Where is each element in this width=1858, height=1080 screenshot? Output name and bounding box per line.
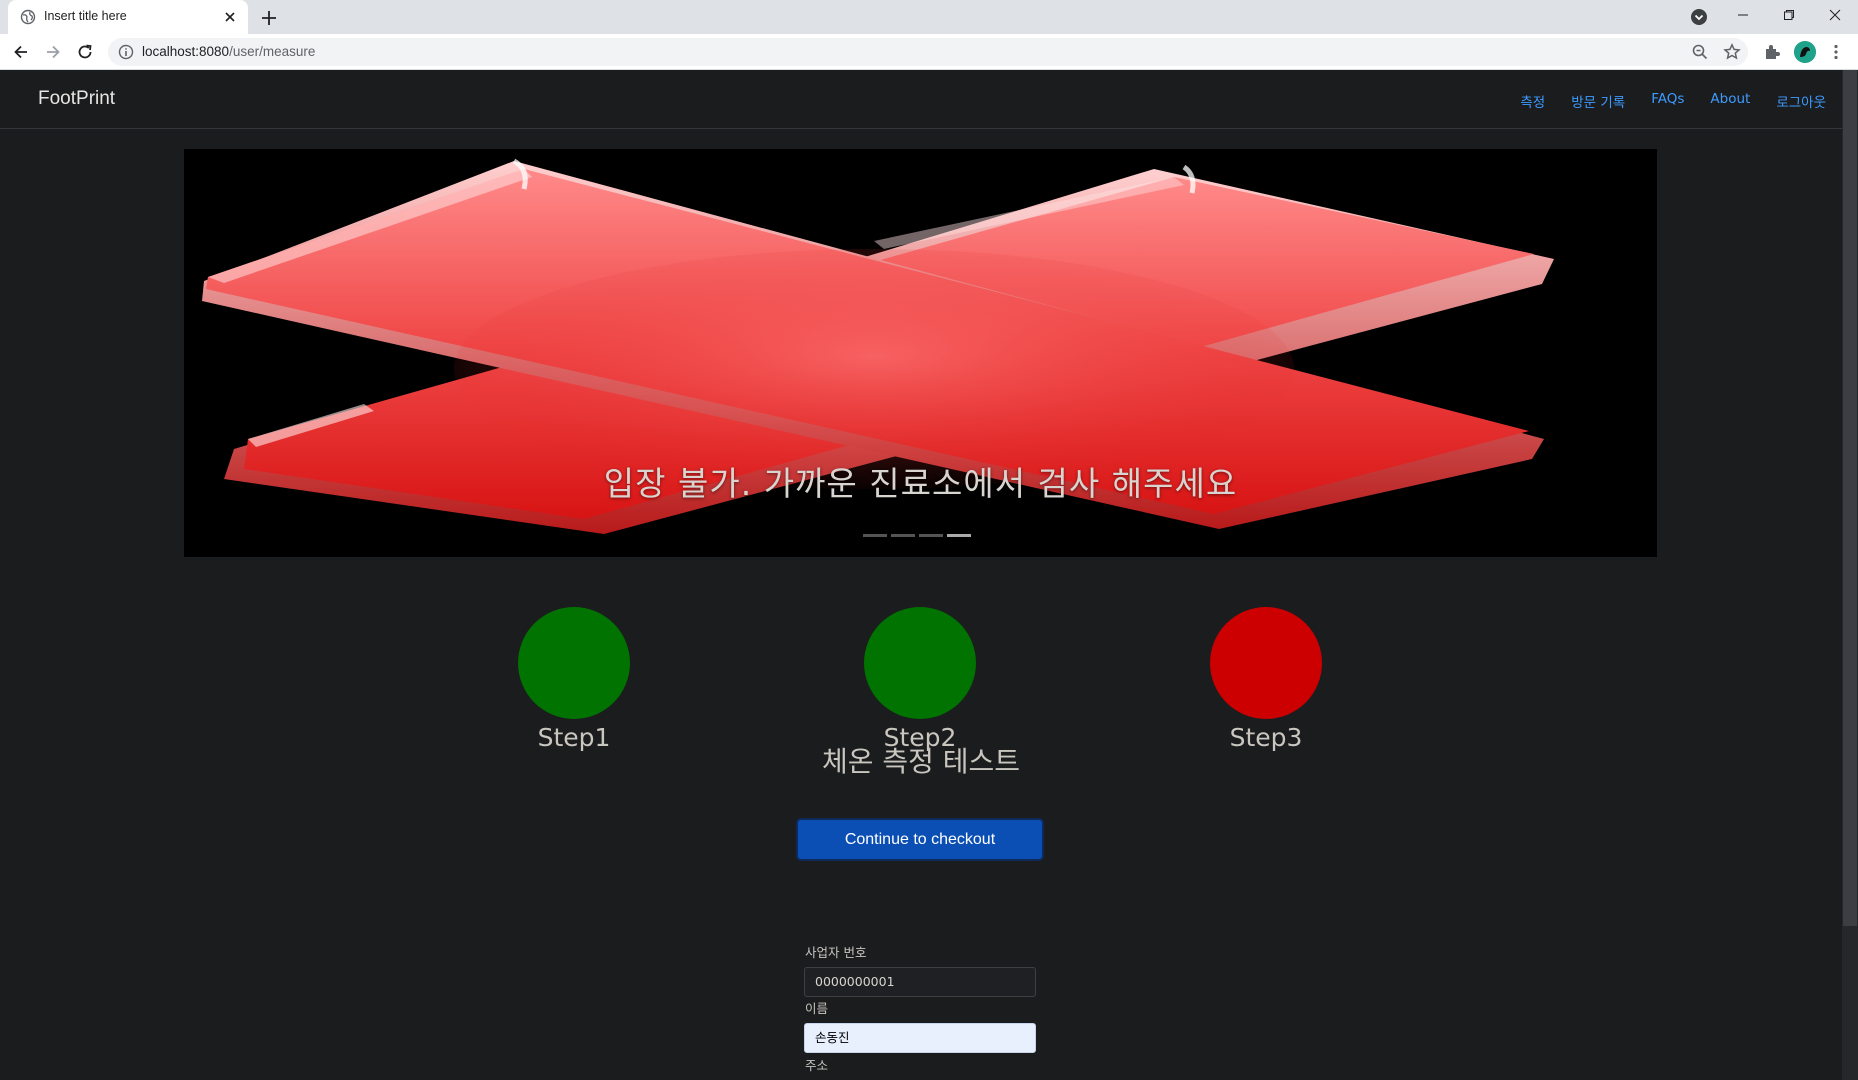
carousel-indicator-1[interactable] [863,534,887,537]
bookmark-star-icon[interactable] [1722,42,1742,62]
step-1-status-circle [518,607,630,719]
browser-tabstrip: Insert title here [0,0,1858,34]
nav-link-logout[interactable]: 로그아웃 [1776,91,1826,111]
minimize-button[interactable] [1720,0,1766,30]
carousel-indicator-4[interactable] [947,534,971,537]
close-icon[interactable] [222,9,238,25]
tab-title: Insert title here [44,9,127,23]
hero-carousel[interactable]: 입장 불가. 가까운 진료소에서 검사 해주세요 [184,149,1657,557]
restore-icon [1784,10,1794,20]
url-text: localhost:8080/user/measure [142,44,315,59]
measure-title: 체온 측정 테스트 [821,745,1021,778]
extensions-icon[interactable] [1762,42,1782,62]
nav-link-visit-history[interactable]: 방문 기록 [1571,91,1625,111]
forward-arrow-icon[interactable] [43,42,63,62]
restore-button[interactable] [1766,0,1812,30]
reload-icon[interactable] [75,42,95,62]
minimize-icon [1738,14,1748,16]
nav-link-measure[interactable]: 측정 [1520,91,1545,111]
step-3: Step3 [1206,607,1326,752]
step-2-status-circle [864,607,976,719]
carousel-indicator-2[interactable] [891,534,915,537]
url-path: /user/measure [229,44,316,59]
browser-toolbar: localhost:8080/user/measure [0,34,1858,70]
page-content: FootPrint 측정 방문 기록 FAQs About 로그아웃 입장 불가… [0,70,1858,1080]
carousel-indicators [863,534,971,537]
name-input[interactable]: 손동진 [804,1023,1036,1053]
close-window-button[interactable] [1812,0,1858,30]
nav-links: 측정 방문 기록 FAQs About 로그아웃 [1494,91,1826,111]
nav-link-about[interactable]: About [1710,91,1750,111]
profile-avatar[interactable] [1794,41,1816,63]
info-icon[interactable] [118,44,134,60]
zoom-icon[interactable] [1690,42,1710,62]
business-number-label: 사업자 번호 [805,945,867,960]
step-1: Step1 [514,607,634,752]
avatar-icon [1794,41,1816,63]
checkout-button[interactable]: Continue to checkout [796,818,1044,861]
new-tab-icon[interactable] [258,7,280,29]
step-3-status-circle [1210,607,1322,719]
menu-kebab-icon[interactable] [1826,42,1846,62]
url-host: localhost:8080 [142,44,230,59]
close-window-icon [1829,9,1841,21]
address-bar[interactable]: localhost:8080/user/measure [108,38,1748,66]
tab-search-icon[interactable] [1689,7,1709,27]
step-2: Step2 [860,607,980,752]
name-label: 이름 [805,1001,829,1016]
hero-caption: 입장 불가. 가까운 진료소에서 검사 해주세요 [603,464,1238,503]
brand-logo[interactable]: FootPrint [38,88,115,110]
nav-link-faqs[interactable]: FAQs [1651,91,1684,111]
site-navbar: FootPrint 측정 방문 기록 FAQs About 로그아웃 [0,70,1858,129]
carousel-indicator-3[interactable] [919,534,943,537]
scrollbar-thumb[interactable] [1843,70,1857,926]
globe-icon [20,9,36,25]
business-number-input[interactable]: 0000000001 [804,967,1036,997]
back-arrow-icon[interactable] [11,42,31,62]
address-label: 주소 [805,1058,829,1073]
browser-tab[interactable]: Insert title here [8,0,248,34]
